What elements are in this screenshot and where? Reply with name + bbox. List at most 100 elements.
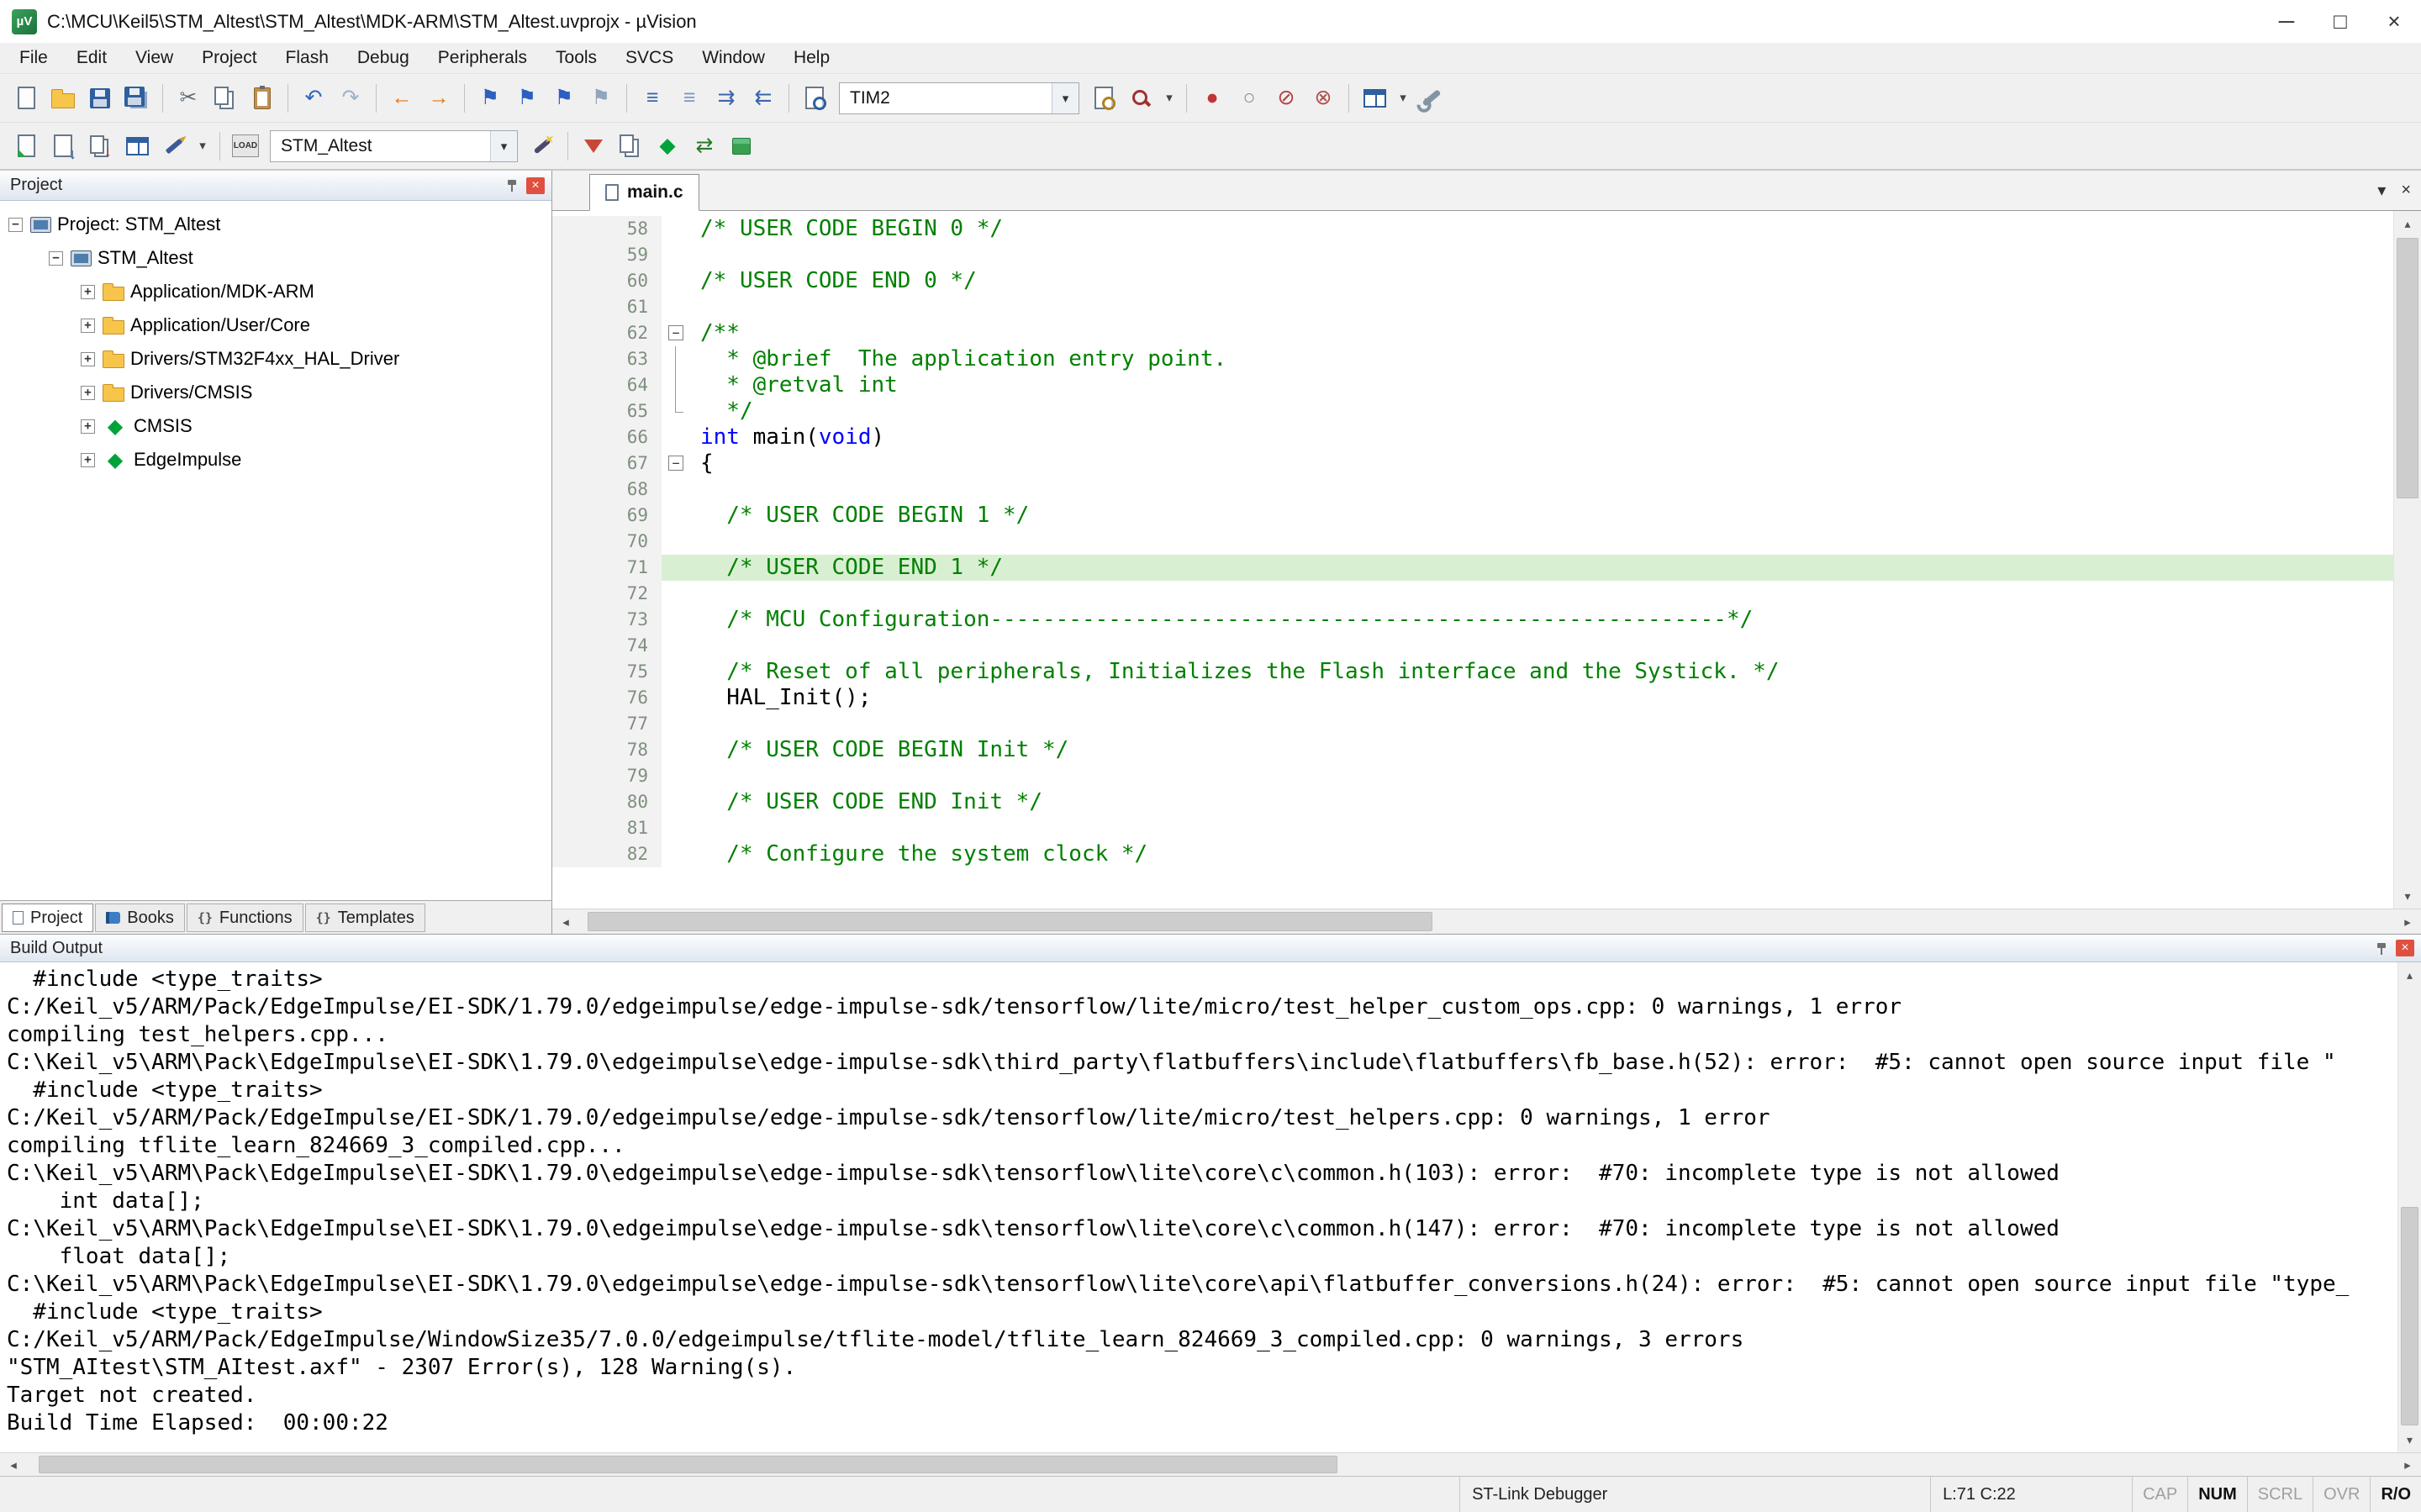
vertical-scrollbar-thumb[interactable] <box>2401 1207 2418 1425</box>
build-output-line[interactable]: "STM_AItest\STM_AItest.axf" - 2307 Error… <box>7 1354 2397 1382</box>
code-line[interactable]: 73 /* MCU Configuration-----------------… <box>552 607 2393 633</box>
horizontal-scrollbar-thumb[interactable] <box>39 1456 1337 1473</box>
menu-peripherals[interactable]: Peripherals <box>424 43 541 73</box>
new-file-button[interactable] <box>8 81 44 116</box>
close-project-panel-button[interactable]: × <box>526 177 545 194</box>
tree-item[interactable]: +Application/User/Core <box>0 308 551 342</box>
code-line[interactable]: 68 <box>552 477 2393 503</box>
build-output-line[interactable]: compiling tflite_learn_824669_3_compiled… <box>7 1132 2397 1160</box>
close-build-output-button[interactable]: × <box>2396 940 2414 956</box>
code-line[interactable]: 63 * @brief The application entry point. <box>552 346 2393 372</box>
build-output-line[interactable]: C:\Keil_v5\ARM\Pack\EdgeImpulse\EI-SDK\1… <box>7 1049 2397 1077</box>
code-line[interactable]: 74 <box>552 633 2393 659</box>
target-options-button[interactable] <box>525 129 560 164</box>
vertical-scrollbar-thumb[interactable] <box>2397 238 2418 498</box>
build-output-line[interactable]: C:/Keil_v5/ARM/Pack/EdgeImpulse/EI-SDK/1… <box>7 1104 2397 1132</box>
chevron-down-icon[interactable]: ▾ <box>1052 83 1079 113</box>
kill-breakpoints-button[interactable]: ⊘ <box>1269 81 1304 116</box>
find-in-files-button[interactable] <box>797 81 832 116</box>
editor-horizontal-scrollbar[interactable]: ◂ ▸ <box>552 909 2421 934</box>
redo-button[interactable]: ↷ <box>333 81 368 116</box>
tree-item[interactable]: +Drivers/CMSIS <box>0 376 551 409</box>
build-output-line[interactable]: float data[]; <box>7 1243 2397 1271</box>
build-output-line[interactable]: int data[]; <box>7 1188 2397 1215</box>
menu-svcs[interactable]: SVCS <box>611 43 688 73</box>
panel-tab-project[interactable]: Project <box>2 904 93 932</box>
tree-item[interactable]: +◆CMSIS <box>0 409 551 443</box>
incremental-find-button[interactable] <box>1123 81 1158 116</box>
paste-button[interactable] <box>245 81 280 116</box>
close-button[interactable]: × <box>2367 0 2421 43</box>
build-output-line[interactable]: C:\Keil_v5\ARM\Pack\EdgeImpulse\EI-SDK\1… <box>7 1271 2397 1299</box>
target-combo[interactable]: STM_Altest▾ <box>270 130 518 162</box>
batch-build-button[interactable] <box>119 129 155 164</box>
fold-collapse-icon[interactable]: − <box>668 325 683 340</box>
build-output-line[interactable]: C:\Keil_v5\ARM\Pack\EdgeImpulse\EI-SDK\1… <box>7 1215 2397 1243</box>
disable-breakpoint-button[interactable]: ○ <box>1232 81 1267 116</box>
code-line[interactable]: 79 <box>552 763 2393 789</box>
code-line[interactable]: 58/* USER CODE BEGIN 0 */ <box>552 216 2393 242</box>
code-editor[interactable]: 58/* USER CODE BEGIN 0 */5960/* USER COD… <box>552 211 2421 909</box>
expand-icon[interactable]: + <box>81 285 95 299</box>
horizontal-scrollbar-thumb[interactable] <box>588 912 1432 931</box>
bookmark-next-button[interactable]: ⚑ <box>546 81 582 116</box>
expand-icon[interactable]: + <box>81 419 95 434</box>
nav-forward-button[interactable]: → <box>421 81 456 116</box>
code-line[interactable]: 77 <box>552 711 2393 737</box>
menu-project[interactable]: Project <box>187 43 271 73</box>
tab-list-button[interactable]: ▾ <box>2377 180 2386 201</box>
bookmark-clear-button[interactable]: ⚑ <box>583 81 619 116</box>
bookmark-prev-button[interactable]: ⚑ <box>509 81 545 116</box>
copy-button[interactable] <box>208 81 243 116</box>
file-extensions-button[interactable] <box>576 129 611 164</box>
menu-view[interactable]: View <box>121 43 187 73</box>
nav-back-button[interactable]: ← <box>384 81 419 116</box>
search-options-caret[interactable]: ▾ <box>1160 81 1179 116</box>
scroll-right-icon[interactable]: ▸ <box>2394 909 2421 934</box>
pin-icon[interactable] <box>506 179 518 192</box>
build-output-line[interactable]: #include <type_traits> <box>7 966 2397 993</box>
download-button[interactable] <box>156 129 192 164</box>
tree-item[interactable]: +Drivers/STM32F4xx_HAL_Driver <box>0 342 551 376</box>
select-device-button[interactable]: ⇄ <box>687 129 722 164</box>
menu-help[interactable]: Help <box>779 43 844 73</box>
build-output-line[interactable]: C:\Keil_v5\ARM\Pack\EdgeImpulse\EI-SDK\1… <box>7 1160 2397 1188</box>
undo-button[interactable]: ↶ <box>296 81 331 116</box>
window-layout-button[interactable] <box>1357 81 1392 116</box>
code-line[interactable]: 66int main(void) <box>552 424 2393 450</box>
comment-button[interactable]: ≡ <box>635 81 670 116</box>
tab-main-c[interactable]: main.c <box>589 174 699 211</box>
pin-icon[interactable] <box>2376 942 2387 955</box>
chevron-down-icon[interactable]: ▾ <box>490 131 517 161</box>
collapse-icon[interactable]: − <box>49 251 63 266</box>
scroll-down-icon[interactable]: ▾ <box>2394 883 2421 909</box>
minimize-button[interactable]: ─ <box>2260 0 2313 43</box>
uncomment-button[interactable]: ≡ <box>672 81 707 116</box>
insert-breakpoint-button[interactable]: ● <box>1195 81 1230 116</box>
menu-edit[interactable]: Edit <box>62 43 121 73</box>
find-next-button[interactable] <box>1086 81 1121 116</box>
code-line[interactable]: 76 HAL_Init(); <box>552 685 2393 711</box>
save-button[interactable] <box>82 81 118 116</box>
panel-tab-books[interactable]: Books <box>95 904 185 932</box>
manage-project-items-button[interactable] <box>613 129 648 164</box>
tree-item[interactable]: −STM_Altest <box>0 241 551 275</box>
code-line[interactable]: 60/* USER CODE END 0 */ <box>552 268 2393 294</box>
tree-item[interactable]: +◆EdgeImpulse <box>0 443 551 477</box>
maximize-button[interactable]: □ <box>2313 0 2367 43</box>
scroll-down-icon[interactable]: ▾ <box>2398 1427 2421 1452</box>
load-button[interactable]: LOAD <box>228 129 263 164</box>
code-line[interactable]: 62−/** <box>552 320 2393 346</box>
code-line[interactable]: 72 <box>552 581 2393 607</box>
scroll-up-icon[interactable]: ▴ <box>2398 962 2421 988</box>
build-output-line[interactable]: compiling test_helpers.cpp... <box>7 1021 2397 1049</box>
panel-tab-templates[interactable]: {}Templates <box>305 904 425 932</box>
build-output-horizontal-scrollbar[interactable]: ◂ ▸ <box>0 1452 2421 1476</box>
menu-tools[interactable]: Tools <box>541 43 611 73</box>
code-line[interactable]: 59 <box>552 242 2393 268</box>
close-tab-button[interactable]: × <box>2401 181 2411 200</box>
fold-collapse-icon[interactable]: − <box>668 456 683 471</box>
fold-margin[interactable]: − <box>662 320 690 346</box>
panel-tab-functions[interactable]: {}Functions <box>187 904 303 932</box>
code-line[interactable]: 61 <box>552 294 2393 320</box>
